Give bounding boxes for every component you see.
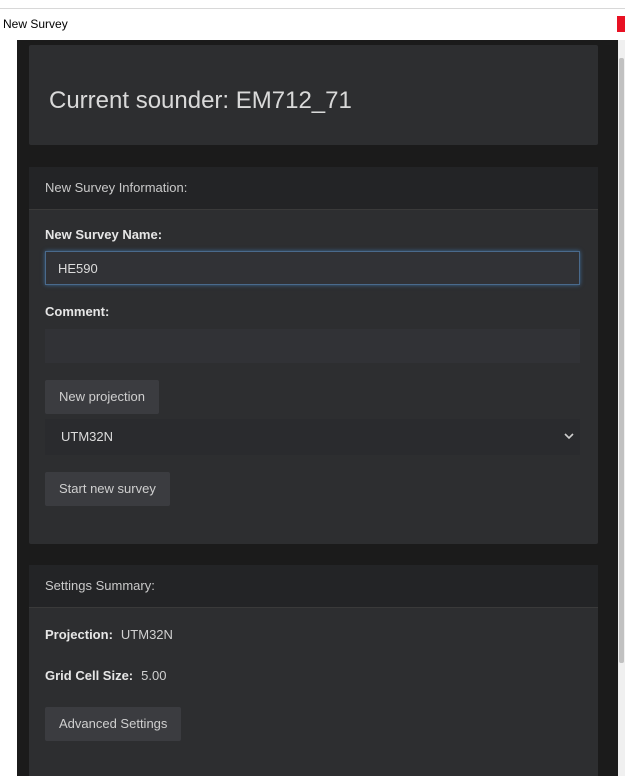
settings-summary-header: Settings Summary: <box>29 565 598 608</box>
current-sounder-heading: Current sounder: EM712_71 <box>49 87 352 114</box>
chevron-down-icon <box>564 419 574 455</box>
comment-input[interactable] <box>45 329 580 363</box>
grid-cell-size-value: 5.00 <box>141 668 167 683</box>
new-survey-info-card: New Survey Information: New Survey Name:… <box>29 167 598 544</box>
projection-summary-key: Projection: <box>45 627 113 642</box>
new-projection-button[interactable]: New projection <box>45 380 159 414</box>
vertical-scrollbar[interactable] <box>618 40 625 776</box>
window-titlebar: New Survey <box>0 8 625 41</box>
projection-select-value: UTM32N <box>61 429 114 444</box>
survey-name-label: New Survey Name: <box>45 227 163 242</box>
projection-summary-value: UTM32N <box>120 627 173 642</box>
window-title: New Survey <box>3 17 68 31</box>
projection-select[interactable]: UTM32N <box>45 419 580 455</box>
comment-label: Comment: <box>45 304 110 319</box>
new-survey-info-header: New Survey Information: <box>29 167 598 210</box>
grid-cell-size-summary: Grid Cell Size: 5.00 <box>45 668 166 683</box>
projection-summary: Projection: UTM32N <box>45 627 173 642</box>
scrollbar-thumb[interactable] <box>619 58 624 663</box>
survey-name-input[interactable]: HE590 <box>45 251 580 285</box>
grid-cell-size-key: Grid Cell Size: <box>45 668 134 683</box>
advanced-settings-button[interactable]: Advanced Settings <box>45 707 182 741</box>
close-button[interactable] <box>617 16 625 32</box>
dialog-content: Current sounder: EM712_71 New Survey Inf… <box>17 40 618 776</box>
start-new-survey-button[interactable]: Start new survey <box>45 472 170 506</box>
sounder-card: Current sounder: EM712_71 <box>29 45 598 145</box>
settings-summary-card: Settings Summary: Projection: UTM32N Grid… <box>29 565 598 776</box>
